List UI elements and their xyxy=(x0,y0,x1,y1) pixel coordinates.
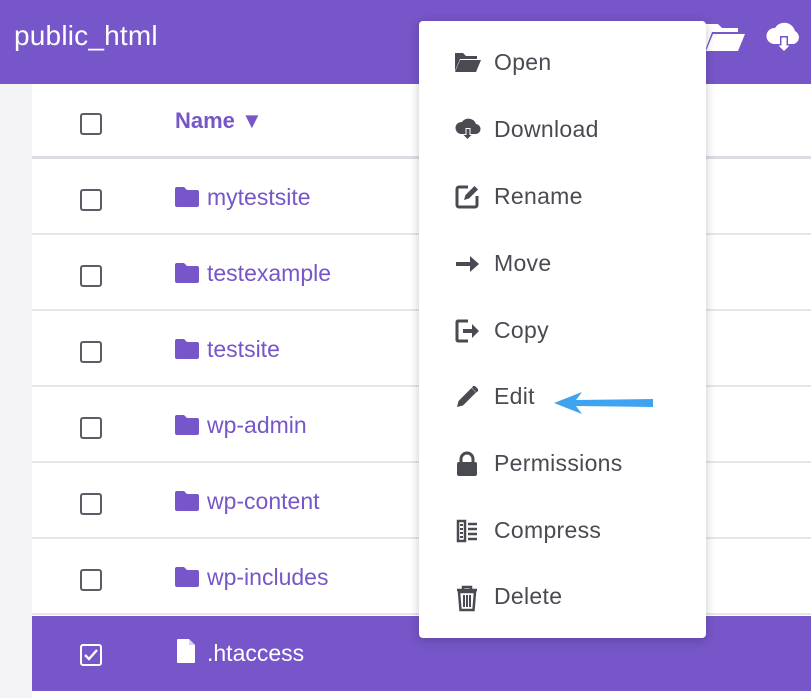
compress-icon xyxy=(454,518,480,544)
menu-item-download[interactable]: Download xyxy=(419,105,706,155)
row-checkbox[interactable] xyxy=(80,341,102,363)
menu-label: Move xyxy=(494,250,552,276)
file-name[interactable]: wp-includes xyxy=(207,564,328,591)
folder-open-icon[interactable] xyxy=(704,20,746,59)
row-checkbox[interactable] xyxy=(80,417,102,439)
pencil-icon xyxy=(454,384,480,410)
menu-label: Permissions xyxy=(494,450,623,476)
menu-item-compress[interactable]: Compress xyxy=(419,506,706,556)
row-checkbox-checked[interactable] xyxy=(80,644,102,666)
pointer-arrow-icon xyxy=(552,388,656,423)
file-icon xyxy=(176,638,196,669)
cloud-download-icon xyxy=(454,117,481,143)
menu-item-copy[interactable]: Copy xyxy=(419,306,706,356)
menu-label: Copy xyxy=(494,317,549,343)
menu-item-open[interactable]: Open xyxy=(419,38,706,88)
folder-icon xyxy=(174,186,200,213)
menu-label: Download xyxy=(494,116,599,142)
file-name[interactable]: testexample xyxy=(207,260,331,287)
row-checkbox[interactable] xyxy=(80,493,102,515)
select-all-checkbox[interactable] xyxy=(80,113,102,135)
cloud-download-icon[interactable] xyxy=(764,20,804,61)
folder-icon xyxy=(174,262,200,289)
menu-item-delete[interactable]: Delete xyxy=(419,572,706,622)
file-name[interactable]: .htaccess xyxy=(207,640,304,667)
folder-icon xyxy=(174,414,200,441)
menu-item-move[interactable]: Move xyxy=(419,239,706,289)
trash-icon xyxy=(454,584,480,612)
file-name[interactable]: testsite xyxy=(207,336,280,363)
menu-label: Edit xyxy=(494,383,535,409)
current-directory-title: public_html xyxy=(14,20,158,51)
file-name[interactable]: wp-content xyxy=(207,488,320,515)
menu-label: Open xyxy=(494,49,552,75)
arrow-right-icon xyxy=(454,251,480,277)
folder-icon xyxy=(174,490,200,517)
menu-item-rename[interactable]: Rename xyxy=(419,172,706,222)
name-column-header[interactable]: Name ▼ xyxy=(175,108,263,134)
file-name[interactable]: mytestsite xyxy=(207,184,311,211)
folder-open-icon xyxy=(454,50,481,76)
row-checkbox[interactable] xyxy=(80,265,102,287)
row-checkbox[interactable] xyxy=(80,189,102,211)
folder-icon xyxy=(174,338,200,365)
context-menu: Open Download Rename Move Copy Edit Perm… xyxy=(419,21,706,638)
menu-label: Delete xyxy=(494,583,563,609)
lock-icon xyxy=(454,451,480,477)
menu-item-permissions[interactable]: Permissions xyxy=(419,439,706,489)
folder-icon xyxy=(174,566,200,593)
copy-icon xyxy=(454,318,480,344)
rename-icon xyxy=(454,184,480,210)
menu-label: Compress xyxy=(494,517,602,543)
row-checkbox[interactable] xyxy=(80,569,102,591)
menu-label: Rename xyxy=(494,183,583,209)
file-name[interactable]: wp-admin xyxy=(207,412,307,439)
